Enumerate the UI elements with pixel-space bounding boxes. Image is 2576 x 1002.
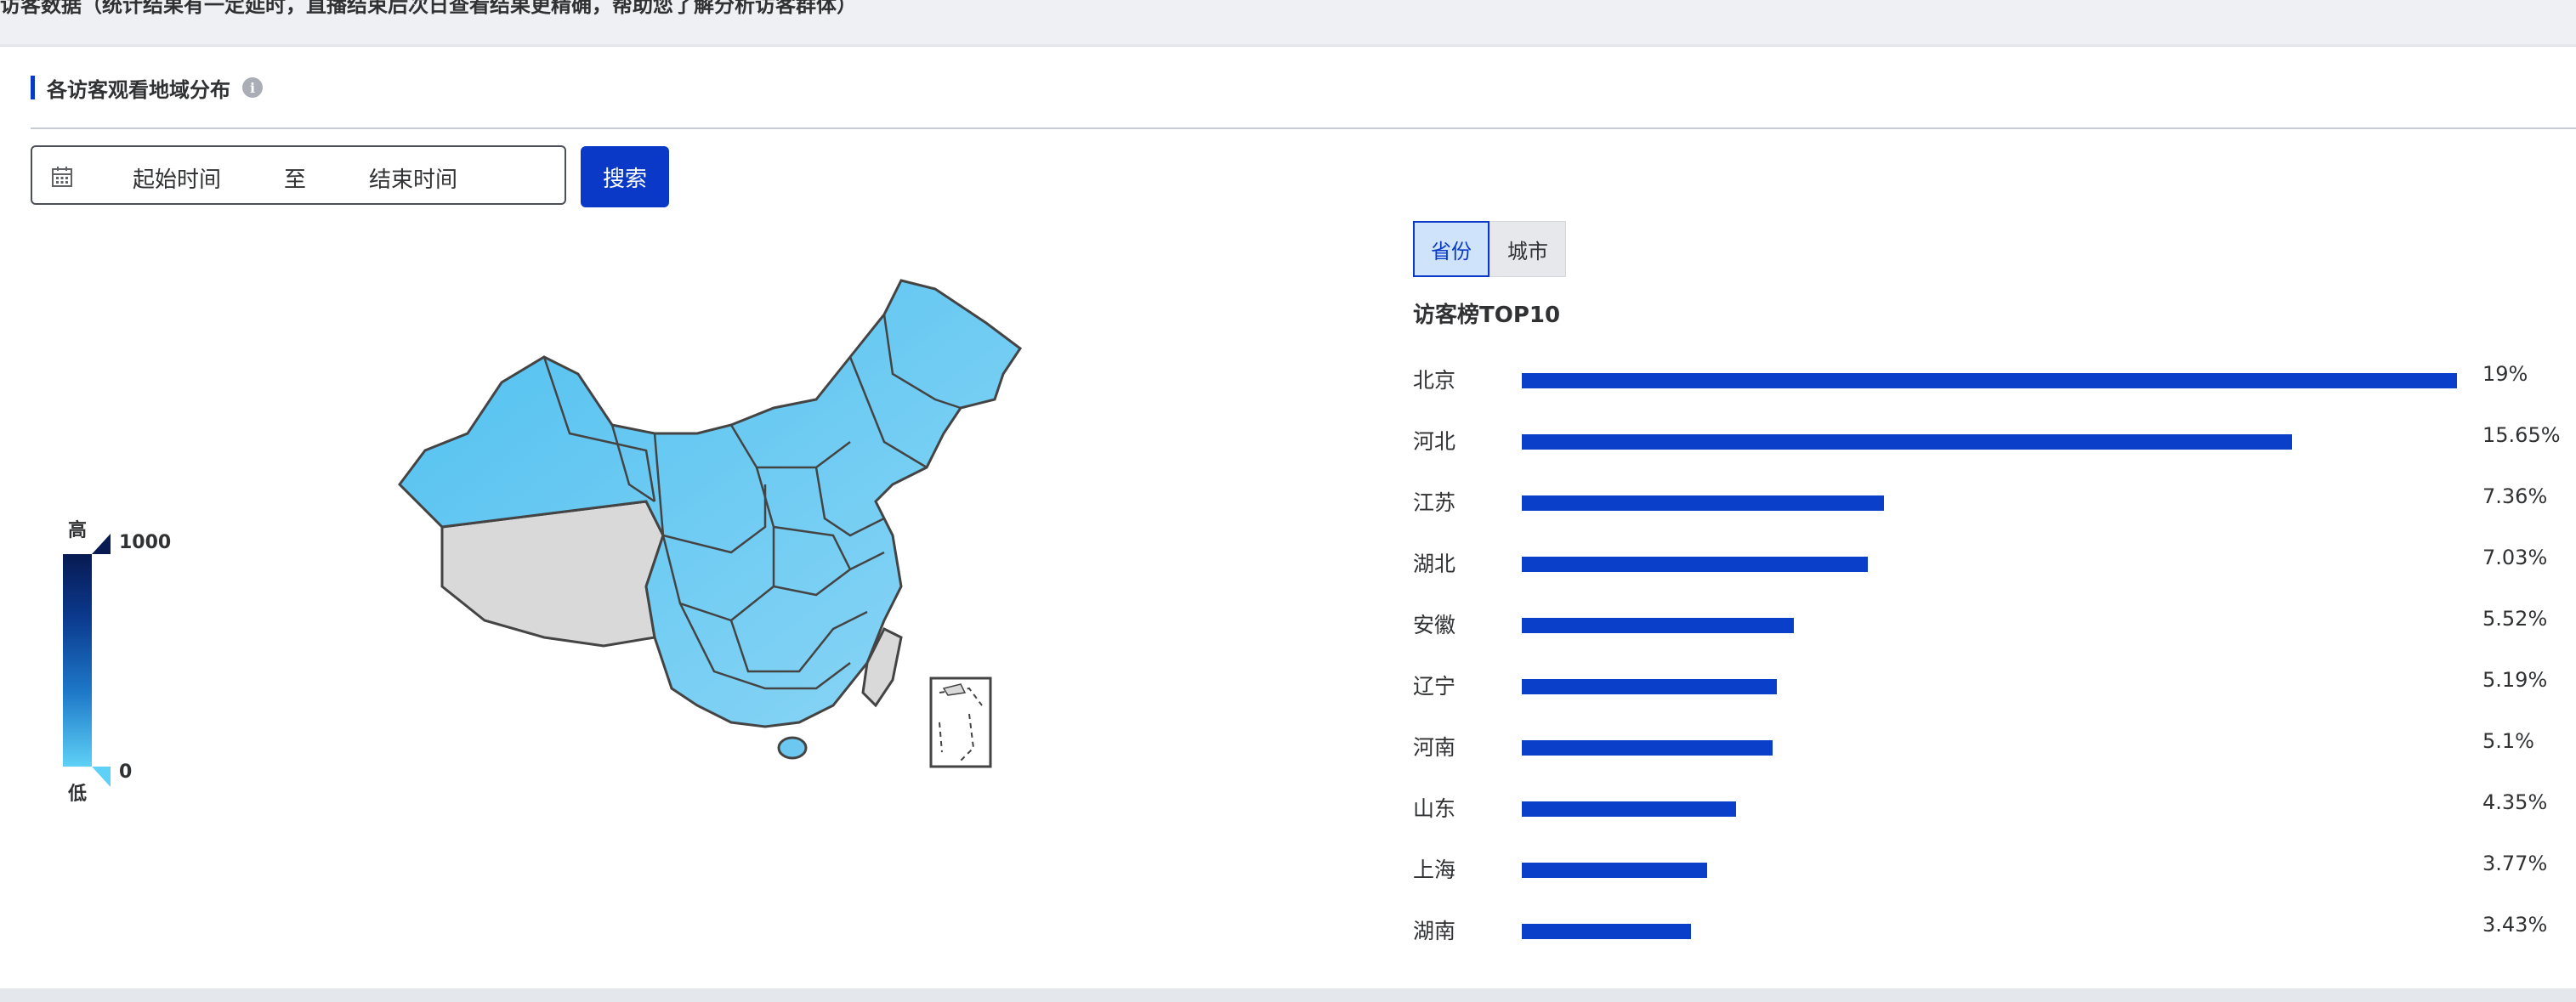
ranking-title: 访客榜TOP10	[1413, 303, 1561, 328]
ranking-bar	[1522, 679, 1778, 694]
ranking-bar-track	[1522, 801, 2457, 817]
date-separator: 至	[284, 167, 307, 193]
legend-min-handle[interactable]	[92, 767, 111, 787]
ranking-percent: 5.19%	[2482, 668, 2548, 692]
legend-min-value: 0	[119, 761, 133, 783]
ranking-bar	[1522, 373, 2457, 388]
ranking-row: 山东 4.35%	[1413, 789, 2552, 823]
section-title: 各访客观看地域分布	[47, 77, 230, 102]
calendar-icon	[52, 167, 72, 187]
ranking-bar	[1522, 495, 1885, 511]
ranking-region-name: 辽宁	[1413, 674, 1456, 699]
ranking-percent: 15.65%	[2482, 423, 2561, 447]
legend-max-value: 1000	[119, 532, 172, 553]
section-header: 各访客观看地域分布 i	[31, 74, 263, 102]
ranking-region-name: 湖北	[1413, 552, 1456, 576]
map-visual-legend: 高 1000 0 低	[56, 467, 175, 807]
ranking-bar	[1522, 434, 2293, 450]
page-header: 访客数据（统计结果有一定延时，直播结束后次日查看结果更精确，帮助您了解分析访客群…	[0, 0, 2576, 44]
bottom-strip	[0, 988, 2576, 1002]
tab-city[interactable]: 城市	[1489, 221, 1566, 277]
ranking-region-name: 河南	[1413, 735, 1456, 760]
region-type-tabs: 省份 城市	[1413, 221, 1566, 277]
page-title: 访客数据（统计结果有一定延时，直播结束后次日查看结果更精确，帮助您了解分析访客群…	[0, 0, 857, 17]
section-accent-bar	[31, 76, 35, 99]
section-divider	[31, 127, 2576, 129]
china-map[interactable]	[374, 229, 1037, 782]
legend-max-handle[interactable]	[92, 534, 111, 554]
ranking-row: 北京 19%	[1413, 360, 2552, 394]
ranking-bar-track	[1522, 924, 2457, 939]
ranking-bar	[1522, 801, 1736, 817]
ranking-bar	[1522, 863, 1708, 878]
ranking-row: 河北 15.65%	[1413, 422, 2561, 456]
ranking-row: 上海 3.77%	[1413, 850, 2552, 884]
date-range-picker[interactable]: 起始时间 至 结束时间	[31, 145, 566, 205]
ranking-bar-track	[1522, 373, 2457, 388]
ranking-percent: 5.52%	[2482, 607, 2548, 631]
ranking-row: 河南 5.1%	[1413, 727, 2552, 761]
ranking-bar-track	[1522, 863, 2457, 878]
map-hainan-region[interactable]	[777, 736, 808, 760]
info-icon[interactable]: i	[242, 77, 263, 98]
ranking-row: 安徽 5.52%	[1413, 605, 2552, 639]
ranking-percent: 19%	[2482, 362, 2528, 386]
ranking-bar-track	[1522, 679, 2457, 694]
ranking-row: 湖北 7.03%	[1413, 544, 2552, 578]
ranking-bar	[1522, 740, 1773, 756]
legend-high-label: 高	[68, 520, 88, 541]
ranking-bar	[1522, 618, 1794, 633]
ranking-row: 辽宁 5.19%	[1413, 666, 2552, 700]
ranking-bar	[1522, 924, 1691, 939]
ranking-row: 湖南 3.43%	[1413, 911, 2552, 945]
start-date-input[interactable]: 起始时间	[133, 162, 221, 194]
ranking-region-name: 安徽	[1413, 613, 1456, 637]
ranking-percent: 7.03%	[2482, 546, 2548, 569]
ranking-bar-track	[1522, 557, 2457, 572]
tab-province[interactable]: 省份	[1413, 221, 1489, 277]
ranking-bar	[1522, 557, 1868, 572]
ranking-region-name: 山东	[1413, 796, 1456, 821]
search-button[interactable]: 搜索	[581, 146, 669, 207]
ranking-bar-track	[1522, 618, 2457, 633]
ranking-region-name: 江苏	[1413, 490, 1456, 515]
ranking-bar-track	[1522, 434, 2457, 450]
ranking-region-name: 北京	[1413, 368, 1456, 393]
end-date-input[interactable]: 结束时间	[369, 162, 457, 194]
legend-gradient-bar	[63, 554, 92, 767]
south-china-sea-inset	[929, 676, 992, 768]
legend-low-label: 低	[68, 784, 88, 805]
ranking-bar-track	[1522, 740, 2457, 756]
ranking-region-name: 上海	[1413, 858, 1456, 882]
ranking-percent: 5.1%	[2482, 729, 2534, 753]
ranking-region-name: 湖南	[1413, 919, 1456, 943]
ranking-percent: 7.36%	[2482, 484, 2548, 508]
map-mainland[interactable]	[398, 279, 1023, 728]
ranking-percent: 4.35%	[2482, 790, 2548, 814]
ranking-row: 江苏 7.36%	[1413, 483, 2552, 517]
ranking-percent: 3.43%	[2482, 913, 2548, 937]
ranking-bar-track	[1522, 495, 2457, 511]
ranking-region-name: 河北	[1413, 429, 1456, 454]
ranking-percent: 3.77%	[2482, 852, 2548, 875]
